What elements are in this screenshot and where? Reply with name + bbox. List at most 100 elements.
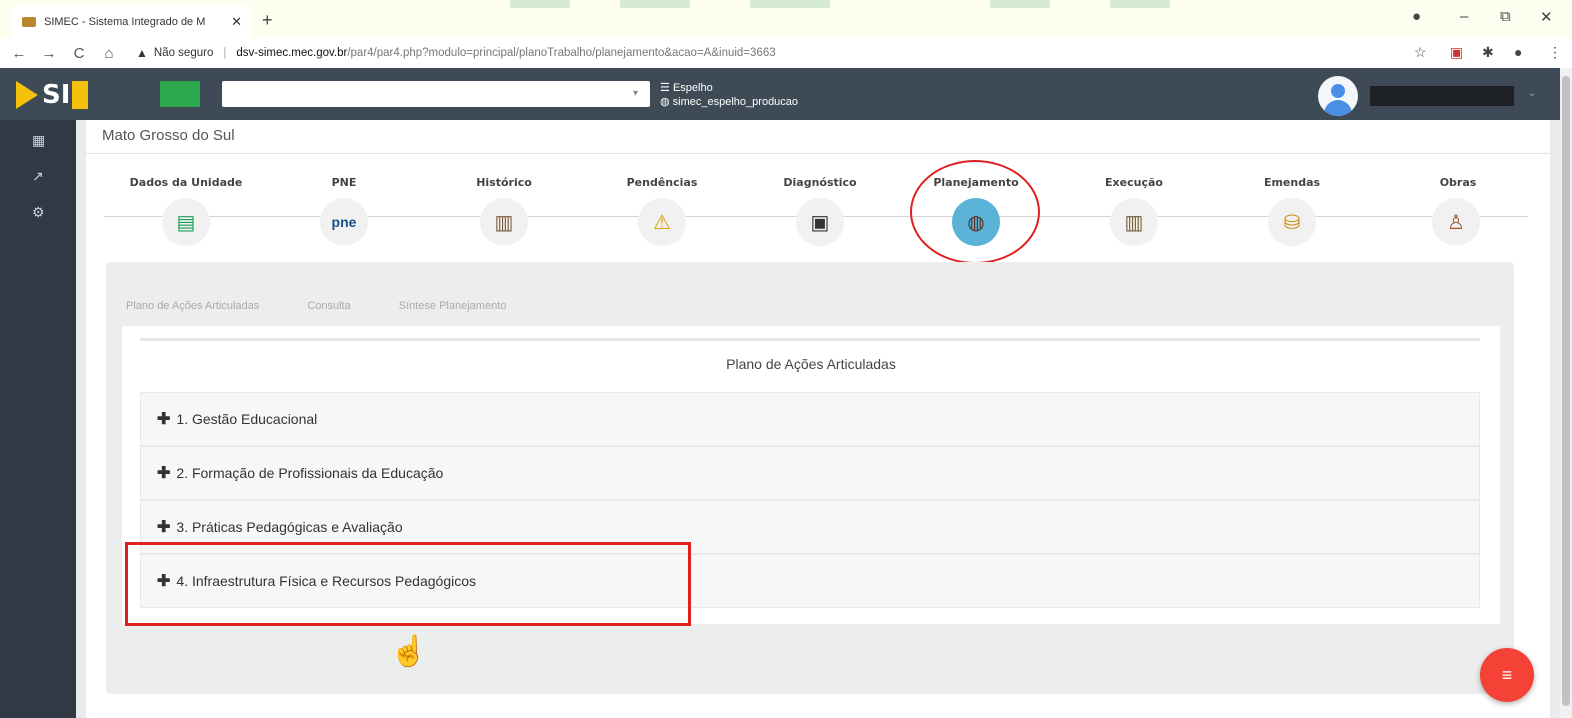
step-label: Obras (1439, 176, 1477, 189)
execution-chart-icon[interactable]: ▥ (1110, 198, 1158, 246)
presentation-icon[interactable]: ▣ (796, 198, 844, 246)
record-icon[interactable]: ● (1412, 8, 1421, 25)
sidebar: ▦ ↗ ⚙ (0, 120, 76, 718)
env-db: simec_espelho_producao (672, 96, 799, 108)
scrollbar-thumb[interactable] (1562, 76, 1570, 706)
background-stripe (990, 0, 1050, 8)
env-label: Espelho (672, 82, 713, 94)
highlight-rectangle (125, 542, 691, 626)
step-dados-da-unidade[interactable]: Dados da Unidade (126, 176, 246, 189)
url-path: /par4/par4.php?modulo=principal/planoTra… (347, 47, 776, 59)
new-tab-button[interactable]: + (262, 10, 273, 31)
favicon-icon (22, 17, 36, 27)
pne-icon[interactable]: pne (320, 198, 368, 246)
main-content: Mato Grosso do Sul Dados da Unidade ▤ PN… (86, 120, 1550, 718)
unit-select[interactable]: ▾ (222, 81, 650, 107)
browser-tab[interactable]: SIMEC - Sistema Integrado de M ✕ (12, 6, 252, 38)
accordion-label: 2. Formação de Profissionais da Educação (176, 465, 444, 481)
profile-icon[interactable]: ● (1514, 44, 1522, 60)
accordion-label: 1. Gestão Educacional (176, 411, 318, 427)
step-label: Histórico (476, 176, 532, 189)
step-label: Execução (1105, 176, 1163, 189)
logo-tail (72, 81, 89, 109)
reload-button[interactable]: C (68, 45, 90, 62)
home-button[interactable]: ⌂ (98, 45, 120, 62)
section-heading: Plano de Ações Articuladas (726, 356, 896, 372)
step-pne[interactable]: PNE (284, 176, 404, 189)
browser-tab-bar: SIMEC - Sistema Integrado de M ✕ + ● – ⧉… (0, 0, 1572, 38)
close-tab-icon[interactable]: ✕ (231, 14, 242, 30)
forward-button[interactable]: → (38, 45, 60, 62)
globe-icon: ◍ (660, 96, 670, 108)
plus-icon: ✚ (157, 465, 171, 482)
divider (140, 338, 1480, 341)
step-label: PNE (331, 176, 357, 189)
url-host: dsv-simec.mec.gov.br (236, 47, 348, 59)
settings-icon[interactable]: ⚙ (32, 204, 45, 221)
page-title: Mato Grosso do Sul (102, 127, 235, 144)
hand-cursor-icon: ☝ (390, 635, 428, 668)
step-emendas[interactable]: Emendas (1232, 176, 1352, 189)
address-bar: ← → C ⌂ ▲ Não seguro | dsv-simec.mec.gov… (0, 38, 1572, 68)
tab-sintese-planejamento[interactable]: Síntese Planejamento (399, 300, 507, 312)
step-obras[interactable]: Obras (1398, 176, 1518, 189)
warning-icon[interactable]: ⚠ (638, 198, 686, 246)
accordion-label: 3. Práticas Pedagógicas e Avaliação (176, 519, 403, 535)
accordion-item-formacao-profissionais[interactable]: ✚ 2. Formação de Profissionais da Educaç… (140, 446, 1480, 500)
subtab-bar: Plano de Ações Articuladas Consulta Sínt… (126, 300, 506, 312)
worker-icon[interactable]: ♙ (1432, 198, 1480, 246)
floating-menu-button[interactable]: ≡ (1480, 648, 1534, 702)
background-stripe (750, 0, 830, 8)
logo-chevron-icon (16, 81, 38, 109)
simec-logo[interactable]: SI (16, 80, 89, 110)
logo-text: SI (42, 80, 71, 110)
pdf-extension-icon[interactable]: ▣ (1450, 44, 1463, 61)
step-pendencias[interactable]: Pendências (602, 176, 722, 189)
logo-badge (160, 81, 200, 107)
dashboard-icon[interactable]: ▦ (32, 132, 45, 149)
step-label: Diagnóstico (783, 176, 857, 189)
user-menu-chevron-icon[interactable]: ⌄ (1528, 88, 1536, 99)
page-header: Mato Grosso do Sul (86, 120, 1550, 154)
avatar-head (1331, 84, 1345, 98)
star-icon[interactable]: ☆ (1414, 44, 1427, 61)
database-icon: ☰ (660, 82, 670, 94)
coins-icon[interactable]: ⛁ (1268, 198, 1316, 246)
background-stripe (510, 0, 570, 8)
step-label: Pendências (626, 176, 698, 189)
environment-info: ☰ Espelho ◍ simec_espelho_producao (660, 81, 798, 109)
back-button[interactable]: ← (8, 45, 30, 62)
background-stripe (1110, 0, 1170, 8)
close-window-button[interactable]: ✕ (1540, 8, 1553, 26)
history-chart-icon[interactable]: ▥ (480, 198, 528, 246)
url-field[interactable]: ▲ Não seguro | dsv-simec.mec.gov.br/par4… (136, 46, 776, 60)
highlight-ellipse (910, 160, 1040, 264)
step-label: Dados da Unidade (129, 176, 243, 189)
minimize-button[interactable]: – (1460, 8, 1468, 25)
step-historico[interactable]: Histórico (444, 176, 564, 189)
user-name-redacted (1370, 86, 1514, 106)
background-stripe (620, 0, 690, 8)
step-execucao[interactable]: Execução (1074, 176, 1194, 189)
restore-button[interactable]: ⧉ (1500, 8, 1511, 25)
plus-icon: ✚ (157, 519, 171, 536)
document-icon[interactable]: ▤ (162, 198, 210, 246)
plus-icon: ✚ (157, 411, 171, 428)
chart-icon[interactable]: ↗ (32, 168, 44, 185)
user-avatar[interactable] (1318, 76, 1358, 116)
security-label: Não seguro (153, 47, 214, 59)
tab-title: SIMEC - Sistema Integrado de M (44, 16, 206, 28)
app-header: SI ▾ ☰ Espelho ◍ simec_espelho_producao … (0, 68, 1560, 120)
tab-consulta[interactable]: Consulta (307, 300, 350, 312)
kebab-menu-icon[interactable]: ⋮ (1548, 44, 1562, 61)
menu-icon: ≡ (1501, 664, 1513, 685)
step-diagnostico[interactable]: Diagnóstico (760, 176, 880, 189)
puzzle-extension-icon[interactable]: ✱ (1482, 44, 1494, 61)
accordion-item-gestao-educacional[interactable]: ✚ 1. Gestão Educacional (140, 392, 1480, 446)
url-separator: | (223, 47, 227, 59)
avatar-body (1324, 100, 1352, 116)
tab-plano-de-acoes[interactable]: Plano de Ações Articuladas (126, 300, 259, 312)
chevron-down-icon: ▾ (632, 88, 638, 99)
warning-icon: ▲ (136, 46, 148, 60)
page-scrollbar[interactable] (1560, 68, 1572, 718)
